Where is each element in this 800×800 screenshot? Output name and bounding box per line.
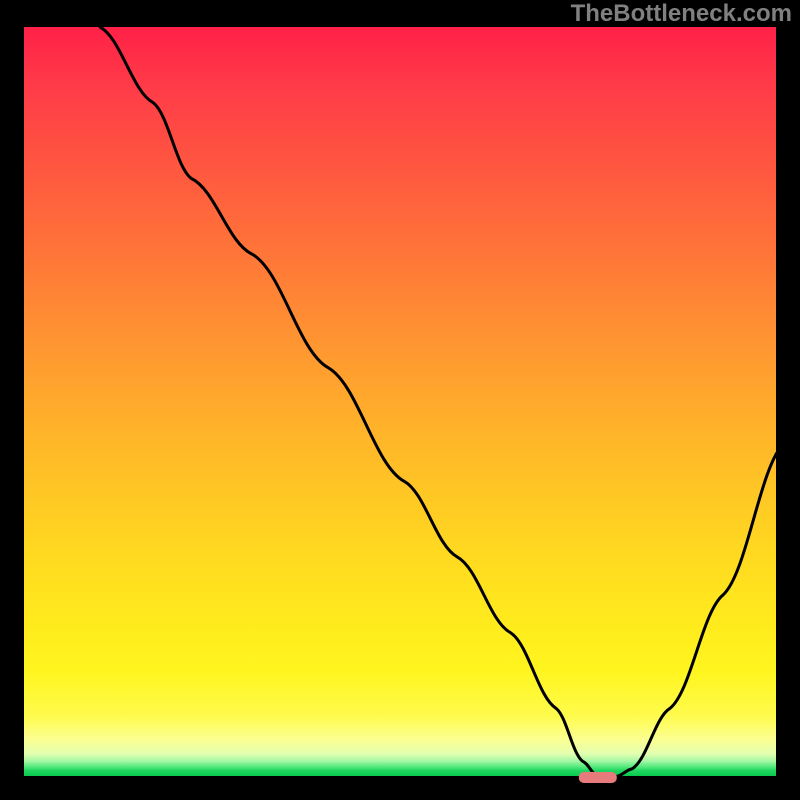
watermark-text: TheBottleneck.com [571,0,792,28]
curve-svg [24,27,784,784]
bottleneck-curve [100,27,784,776]
chart-container: TheBottleneck.com [0,0,800,800]
marker-pill [579,772,617,783]
plot-area [20,23,780,780]
